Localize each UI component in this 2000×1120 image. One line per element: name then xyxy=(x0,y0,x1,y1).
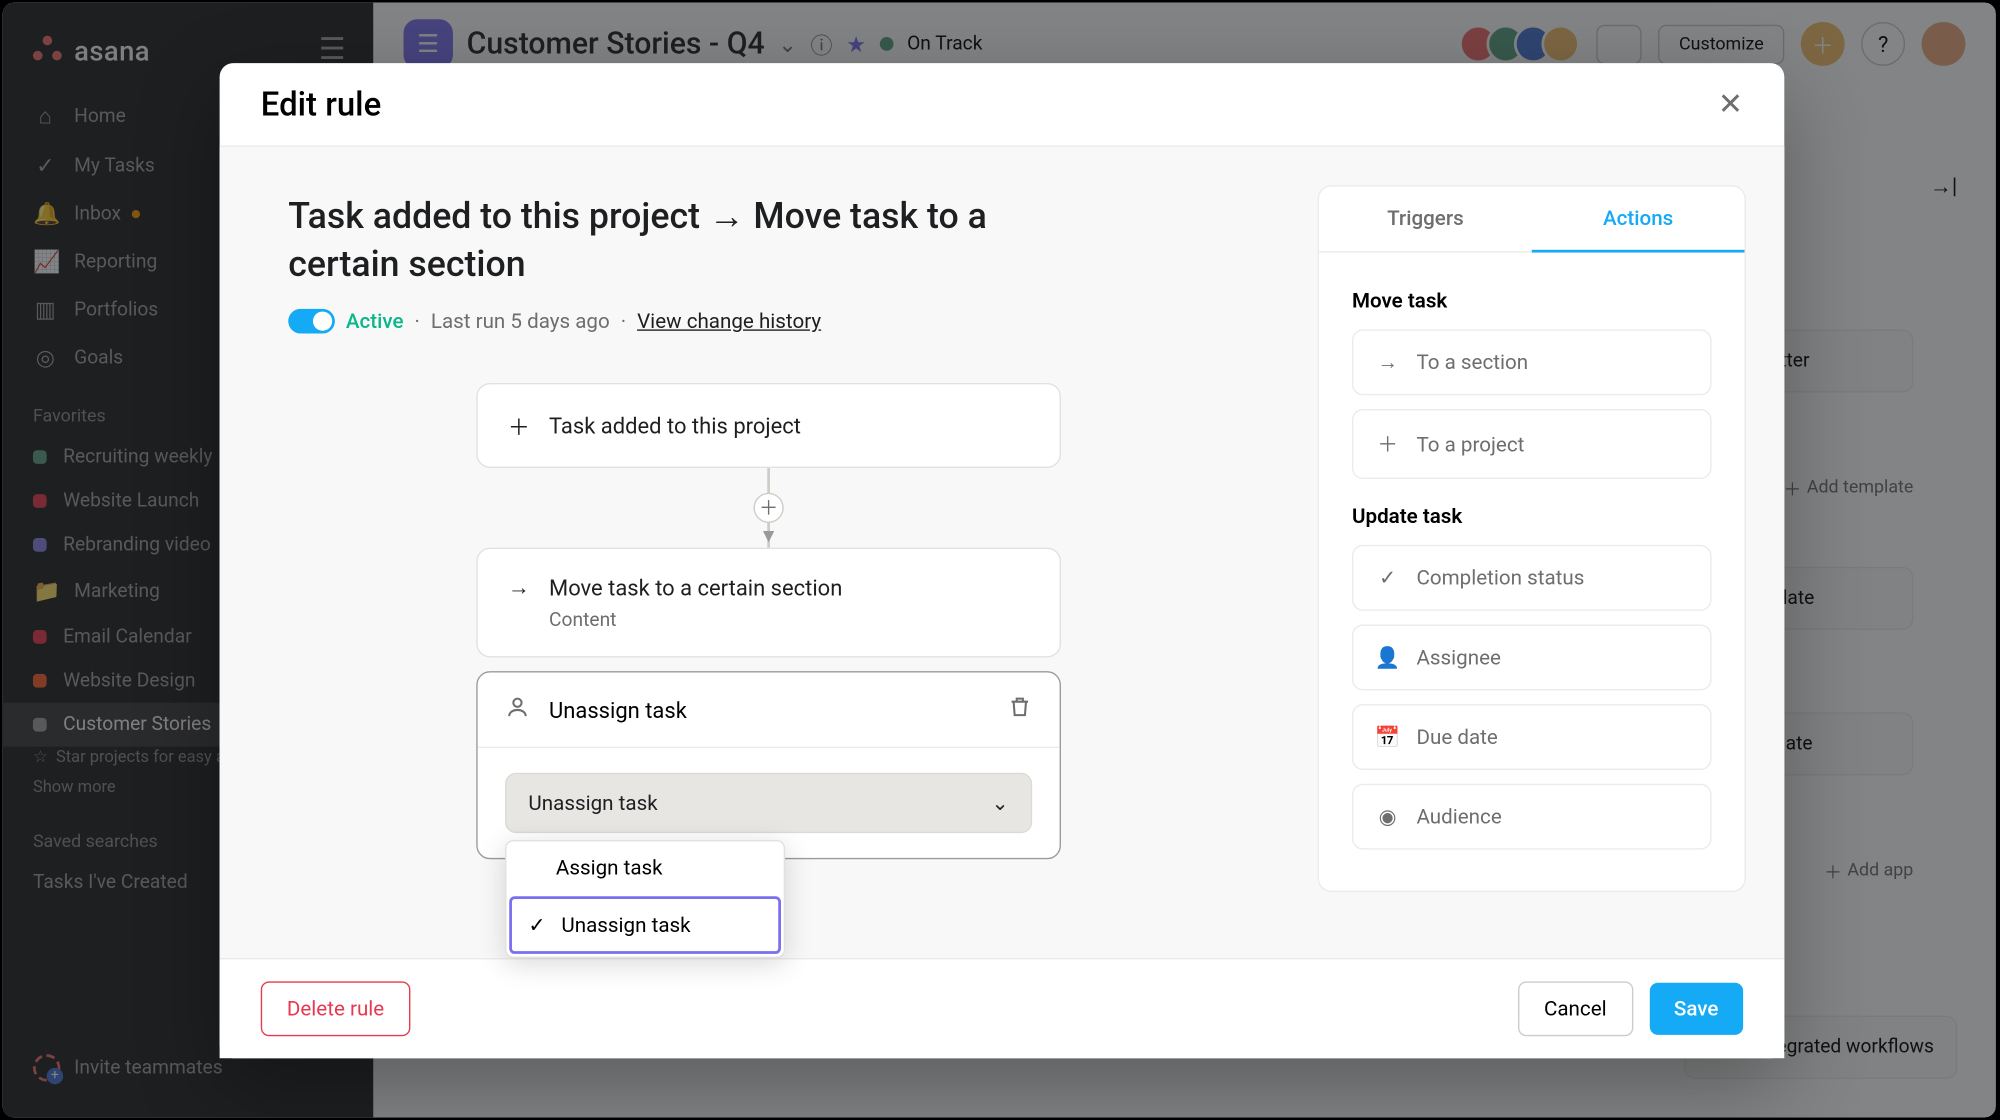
assignee-action-select[interactable]: Unassign task ⌄ xyxy=(505,773,1032,833)
dropdown-option-assign[interactable]: Assign task xyxy=(506,842,783,894)
rule-title: Task added to this project → Move task t… xyxy=(288,194,1002,290)
check-circle-icon: ✓ xyxy=(1375,565,1400,590)
actions-panel: Triggers Actions Move task →To a section… xyxy=(1318,147,1785,958)
panel-item-completion[interactable]: ✓Completion status xyxy=(1352,545,1712,611)
arrow-right-icon: → xyxy=(508,574,530,601)
rule-meta: Active · Last run 5 days ago · View chan… xyxy=(288,309,1249,334)
add-step-button[interactable]: ＋ xyxy=(754,493,784,523)
unassign-label: Unassign task xyxy=(549,697,687,723)
edit-rule-modal: Edit rule ✕ Task added to this project →… xyxy=(220,63,1785,1058)
save-button[interactable]: Save xyxy=(1649,983,1743,1035)
tab-actions[interactable]: Actions xyxy=(1532,187,1745,253)
action-card-move[interactable]: →Move task to a certain section Content xyxy=(476,548,1061,658)
panel-item-to-project[interactable]: ＋To a project xyxy=(1352,409,1712,479)
panel-item-due-date[interactable]: 📅Due date xyxy=(1352,704,1712,770)
modal-title: Edit rule xyxy=(261,85,381,123)
dropdown-option-unassign[interactable]: Unassign task xyxy=(509,897,781,955)
flow-connector: ＋ ▼ xyxy=(476,468,1061,548)
modal-header: Edit rule ✕ xyxy=(220,63,1785,147)
active-toggle[interactable] xyxy=(288,309,335,334)
audience-icon: ◉ xyxy=(1375,804,1400,829)
modal-footer: Delete rule Cancel Save xyxy=(220,958,1785,1058)
person-icon xyxy=(505,695,530,725)
calendar-icon: 📅 xyxy=(1375,725,1400,750)
section-move-task: Move task xyxy=(1352,288,1712,313)
section-update-task: Update task xyxy=(1352,504,1712,529)
rule-flow: ＋Task added to this project ＋ ▼ →Move ta… xyxy=(288,383,1249,859)
close-icon[interactable]: ✕ xyxy=(1718,87,1743,121)
view-history-link[interactable]: View change history xyxy=(637,309,821,334)
cancel-button[interactable]: Cancel xyxy=(1518,981,1633,1036)
panel-item-assignee[interactable]: 👤Assignee xyxy=(1352,625,1712,691)
assignee-action-dropdown: Assign task Unassign task xyxy=(505,840,785,958)
action-card-unassign: Unassign task Unassign task ⌄ xyxy=(476,671,1061,859)
delete-action-icon[interactable] xyxy=(1007,695,1032,725)
panel-item-to-section[interactable]: →To a section xyxy=(1352,329,1712,395)
plus-icon: ＋ xyxy=(508,409,530,442)
arrow-right-icon: → xyxy=(1375,350,1400,375)
tab-triggers[interactable]: Triggers xyxy=(1319,187,1532,253)
action-sub: Content xyxy=(549,610,1029,632)
active-label: Active xyxy=(346,309,404,334)
panel-item-audience[interactable]: ◉Audience xyxy=(1352,784,1712,850)
chevron-down-icon: ⌄ xyxy=(992,791,1009,816)
rule-main: Task added to this project → Move task t… xyxy=(220,147,1318,958)
delete-rule-button[interactable]: Delete rule xyxy=(261,981,411,1036)
last-run-text: Last run 5 days ago xyxy=(431,309,610,334)
plus-icon: ＋ xyxy=(1375,430,1400,459)
trigger-card[interactable]: ＋Task added to this project xyxy=(476,383,1061,468)
person-icon: 👤 xyxy=(1375,645,1400,670)
